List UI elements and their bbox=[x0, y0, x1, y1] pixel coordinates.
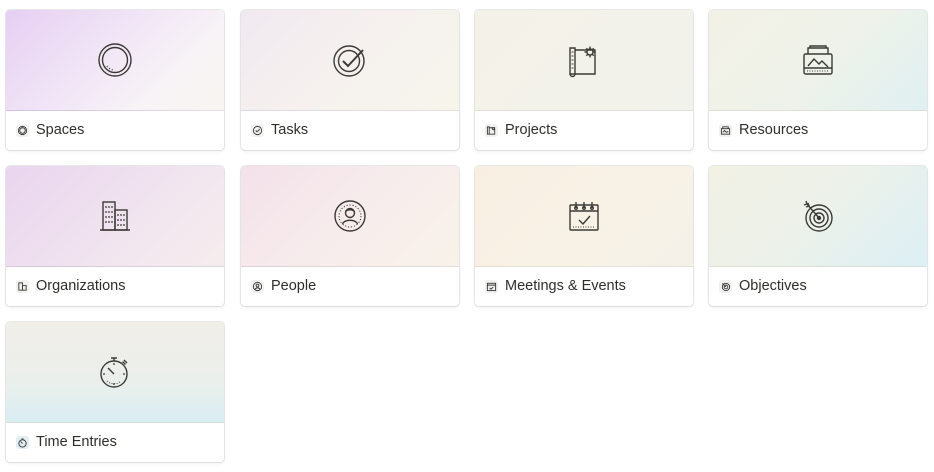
check-badge-icon bbox=[333, 45, 365, 77]
card-caption: Tasks bbox=[251, 110, 451, 150]
circle-ring-icon bbox=[98, 43, 132, 77]
gallery-grid: Spaces Tasks Projects Resources Organiza… bbox=[0, 0, 934, 472]
card-title: Tasks bbox=[271, 122, 309, 138]
card-cover bbox=[6, 322, 224, 423]
card-cover bbox=[709, 10, 927, 111]
calendar-check-icon bbox=[569, 202, 599, 231]
stopwatch-icon bbox=[16, 435, 29, 449]
card-caption: Projects bbox=[485, 110, 685, 150]
card-organizations[interactable]: Organizations bbox=[6, 166, 224, 306]
buildings-icon bbox=[100, 201, 130, 231]
card-time-entries[interactable]: Time Entries bbox=[6, 322, 224, 462]
card-cover bbox=[475, 166, 693, 267]
card-cover bbox=[241, 10, 459, 111]
card-cover bbox=[6, 10, 224, 111]
inbox-tray-icon bbox=[719, 123, 732, 137]
card-title: Time Entries bbox=[36, 434, 117, 450]
card-caption: Organizations bbox=[16, 266, 216, 306]
card-spaces[interactable]: Spaces bbox=[6, 10, 224, 150]
card-projects[interactable]: Projects bbox=[475, 10, 693, 150]
card-cover bbox=[709, 166, 927, 267]
card-title: Organizations bbox=[36, 278, 126, 294]
card-caption: Spaces bbox=[16, 110, 216, 150]
card-caption: Time Entries bbox=[16, 422, 216, 462]
card-title: Projects bbox=[505, 122, 558, 138]
check-badge-icon bbox=[251, 123, 264, 137]
card-caption: Objectives bbox=[719, 266, 919, 306]
card-title: Resources bbox=[739, 122, 809, 138]
card-objectives[interactable]: Objectives bbox=[709, 166, 927, 306]
card-title: People bbox=[271, 278, 317, 294]
buildings-icon bbox=[16, 279, 29, 293]
card-tasks[interactable]: Tasks bbox=[241, 10, 459, 150]
blueprint-gear-icon bbox=[485, 123, 498, 137]
card-caption: Meetings & Events bbox=[485, 266, 685, 306]
card-title: Meetings & Events bbox=[505, 278, 626, 294]
card-meetings-events[interactable]: Meetings & Events bbox=[475, 166, 693, 306]
card-title: Spaces bbox=[36, 122, 85, 138]
circle-ring-icon bbox=[16, 123, 29, 137]
stopwatch-icon bbox=[100, 357, 128, 388]
card-cover bbox=[475, 10, 693, 111]
person-badge-icon bbox=[334, 200, 366, 232]
card-people[interactable]: People bbox=[241, 166, 459, 306]
person-badge-icon bbox=[251, 279, 264, 293]
target-arrow-icon bbox=[803, 200, 833, 232]
card-cover bbox=[241, 166, 459, 267]
card-caption: People bbox=[251, 266, 451, 306]
card-resources[interactable]: Resources bbox=[709, 10, 927, 150]
card-title: Objectives bbox=[739, 278, 807, 294]
blueprint-gear-icon bbox=[569, 46, 596, 78]
card-caption: Resources bbox=[719, 110, 919, 150]
card-cover bbox=[6, 166, 224, 267]
calendar-check-icon bbox=[485, 279, 498, 293]
target-arrow-icon bbox=[719, 279, 732, 293]
inbox-tray-icon bbox=[803, 45, 833, 75]
